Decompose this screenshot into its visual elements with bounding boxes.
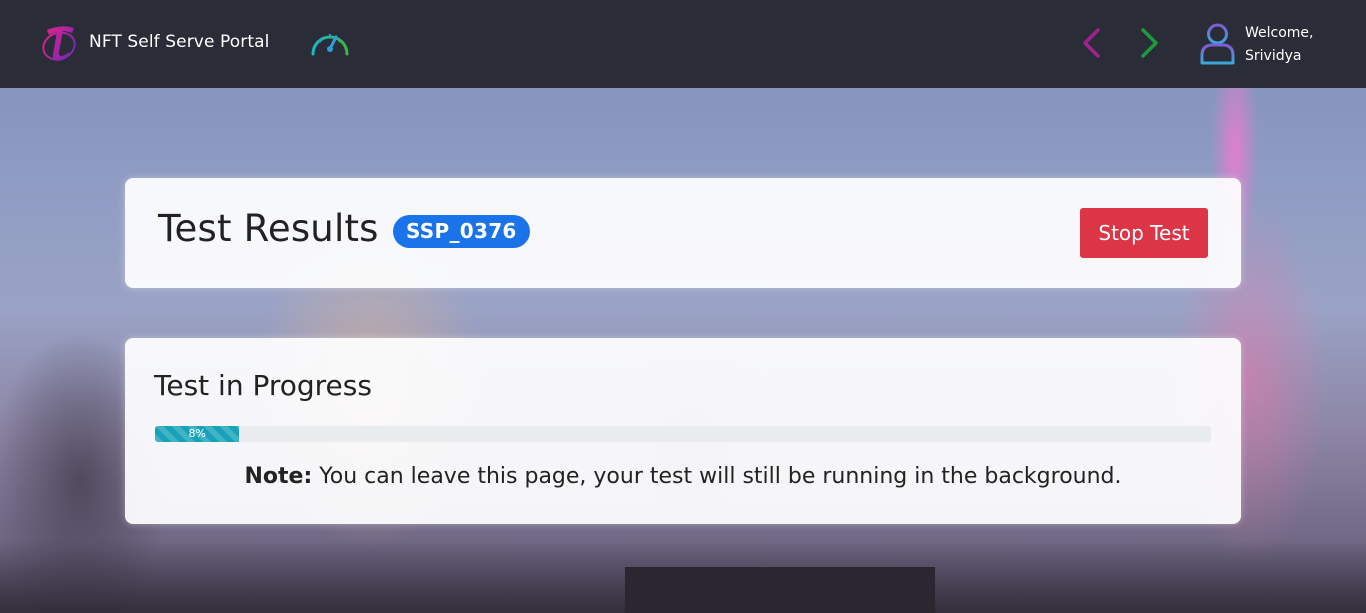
test-results-card: Test Results SSP_0376 Stop Test <box>125 178 1241 288</box>
test-id-badge: SSP_0376 <box>393 215 530 248</box>
welcome-username: Srividya <box>1245 48 1302 64</box>
chevron-left-icon[interactable] <box>1080 27 1104 59</box>
note-label: Note: <box>244 464 313 489</box>
progress-heading: Test in Progress <box>154 369 372 402</box>
stop-test-button[interactable]: Stop Test <box>1080 208 1208 258</box>
top-navigation-bar: NFT Self Serve Portal Welcome, Srividya <box>0 0 1366 88</box>
test-progress-card: Test in Progress 8% Note: You can leave … <box>125 338 1241 524</box>
background-run-note: Note: You can leave this page, your test… <box>125 464 1241 489</box>
progress-bar: 8% <box>155 426 1211 442</box>
user-profile-icon[interactable] <box>1199 22 1236 65</box>
progress-bar-fill: 8% <box>155 426 240 442</box>
background-bench <box>625 567 935 613</box>
note-text: You can leave this page, your test will … <box>312 464 1122 489</box>
welcome-greeting: Welcome, <box>1245 25 1314 41</box>
page-title: Test Results <box>158 207 379 250</box>
speedometer-gauge-icon[interactable] <box>309 26 351 60</box>
welcome-message: Welcome, Srividya <box>1245 22 1314 68</box>
chevron-right-icon[interactable] <box>1137 27 1161 59</box>
portal-title: NFT Self Serve Portal <box>89 32 270 52</box>
telstra-logo-icon[interactable] <box>41 22 79 64</box>
